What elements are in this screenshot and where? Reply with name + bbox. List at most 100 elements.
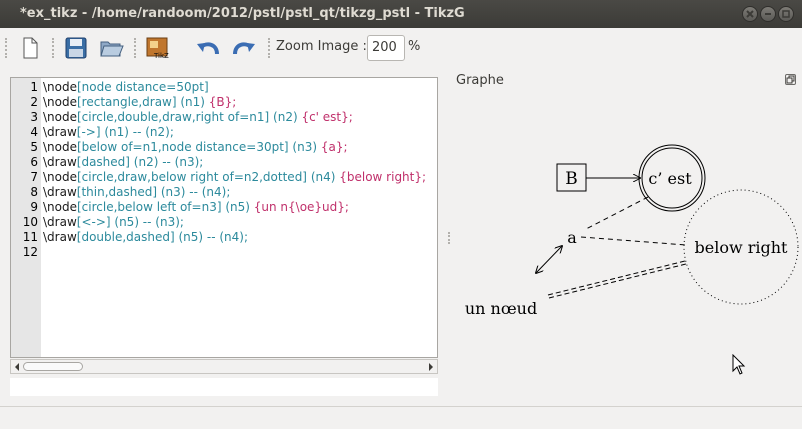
- message-area: [10, 378, 438, 396]
- code-line[interactable]: \draw[thin,dashed] (n3) -- (n4);: [43, 185, 230, 199]
- maximize-icon: [782, 10, 790, 18]
- code-node-ref: (n3): [288, 140, 321, 154]
- line-number-gutter: 1 2 3 4 5 6 7 8 9 10 11 12: [11, 78, 41, 357]
- toolbar-grip[interactable]: [52, 38, 55, 58]
- code-line[interactable]: \node[below of=n1,node distance=30pt] (n…: [43, 140, 348, 154]
- node-n3-label: a: [567, 228, 577, 247]
- scroll-left-icon[interactable]: [13, 362, 21, 372]
- code-command: \node: [43, 95, 77, 109]
- line-number: 9: [30, 200, 38, 214]
- code-options: [thin,dashed]: [76, 185, 158, 199]
- code-node-ref: (n5) -- (n4);: [174, 230, 249, 244]
- code-node-ref: (n5): [221, 200, 254, 214]
- graph-panel-title: Graphe: [456, 73, 504, 88]
- minimize-icon: [765, 13, 771, 15]
- float-panel-button[interactable]: [785, 74, 796, 85]
- code-command: \node: [43, 200, 77, 214]
- line-number: 10: [22, 215, 38, 229]
- code-options: [below of=n1,node distance=30pt]: [77, 140, 289, 154]
- zoom-unit: %: [408, 39, 421, 54]
- code-options: [circle,draw,below right of=n2,dotted]: [77, 170, 307, 184]
- close-icon: [746, 10, 754, 18]
- line-number: 3: [30, 110, 38, 124]
- code-command: \draw: [43, 125, 77, 139]
- code-options: [node distance=50pt]: [77, 80, 209, 94]
- node-n1-label: B: [565, 169, 578, 189]
- open-button[interactable]: [98, 34, 126, 62]
- line-number: 11: [22, 230, 38, 244]
- undo-icon: [197, 42, 219, 55]
- code-line[interactable]: \node[circle,below left of=n3] (n5) {un …: [43, 200, 349, 214]
- scrollbar-thumb[interactable]: [23, 362, 83, 371]
- line-number: 4: [30, 125, 38, 139]
- toolbar: TikZ Zoom Image : 200 %: [0, 28, 802, 68]
- line-number: 8: [30, 185, 38, 199]
- code-command: \draw: [43, 185, 77, 199]
- code-line[interactable]: \node[circle,double,draw,right of=n1] (n…: [43, 110, 353, 124]
- edge-n2-n3: [585, 196, 649, 230]
- status-bar: [0, 406, 802, 429]
- maximize-button[interactable]: [778, 6, 794, 22]
- code-line[interactable]: \node[circle,draw,below right of=n2,dott…: [43, 170, 426, 184]
- line-number: 7: [30, 170, 38, 184]
- toolbar-grip[interactable]: [134, 38, 137, 58]
- open-folder-icon: [100, 41, 124, 57]
- code-node-ref: (n5) -- (n3);: [110, 215, 184, 229]
- edge-n5-n4-b: [548, 263, 687, 299]
- redo-icon: [233, 42, 255, 55]
- toolbar-grip[interactable]: [268, 38, 271, 58]
- code-line[interactable]: \draw[<->] (n5) -- (n3);: [43, 215, 184, 229]
- code-command: \node: [43, 170, 77, 184]
- zoom-label: Zoom Image :: [276, 39, 367, 54]
- tikz-icon: TikZ: [146, 37, 169, 60]
- line-number: 1: [30, 80, 38, 94]
- zoom-input[interactable]: 200: [367, 35, 405, 61]
- undo-button[interactable]: [194, 34, 222, 62]
- minimize-button[interactable]: [760, 6, 776, 22]
- horizontal-scrollbar[interactable]: [10, 359, 438, 374]
- float-icon: [786, 75, 795, 84]
- line-number: 5: [30, 140, 38, 154]
- line-number: 6: [30, 155, 38, 169]
- code-line[interactable]: \draw[double,dashed] (n5) -- (n4);: [43, 230, 248, 244]
- code-node-ref: (n2) -- (n3);: [129, 155, 204, 169]
- code-editor[interactable]: 1 2 3 4 5 6 7 8 9 10 11 12 \node[node distance=50pt…: [10, 77, 438, 358]
- line-number: 12: [22, 245, 38, 259]
- code-node-ref: (n4): [307, 170, 340, 184]
- svg-text:TikZ: TikZ: [153, 52, 169, 60]
- tikz-compile-button[interactable]: TikZ: [144, 34, 172, 62]
- code-node-ref: (n3) -- (n4);: [157, 185, 231, 199]
- code-line[interactable]: \node[node distance=50pt]: [43, 80, 209, 94]
- code-command: \draw: [43, 215, 77, 229]
- code-options: [->]: [76, 125, 101, 139]
- new-file-icon: [23, 37, 38, 59]
- node-n2-label: c’ est: [648, 169, 692, 188]
- code-command: \node: [43, 110, 77, 124]
- scroll-right-icon[interactable]: [427, 362, 435, 372]
- title-bar: *ex_tikz - /home/randoom/2012/pstl/pstl_…: [0, 0, 802, 28]
- node-n5-label: un nœud: [465, 299, 537, 318]
- tikz-graph-canvas: B c’ est a below right un nœud: [465, 144, 799, 318]
- redo-button[interactable]: [230, 34, 258, 62]
- new-file-button[interactable]: [16, 34, 44, 62]
- code-line[interactable]: \node[rectangle,draw] (n1) {B};: [43, 95, 236, 109]
- code-command: \draw: [43, 230, 77, 244]
- code-node-text: {a};: [320, 140, 348, 154]
- window-title: *ex_tikz - /home/randoom/2012/pstl/pstl_…: [20, 6, 465, 21]
- toolbar-grip[interactable]: [5, 38, 8, 58]
- code-command: \node: [43, 140, 77, 154]
- code-options: [rectangle,draw]: [77, 95, 177, 109]
- code-node-text: {un n{\oe}ud};: [253, 200, 349, 214]
- code-node-ref: (n2): [269, 110, 302, 124]
- code-options: [circle,double,draw,right of=n1]: [77, 110, 270, 124]
- close-button[interactable]: [742, 6, 758, 22]
- code-options: [dashed]: [76, 155, 130, 169]
- edge-n3-n4: [580, 236, 687, 246]
- code-line[interactable]: \draw[->] (n1) -- (n2);: [43, 125, 174, 139]
- code-line[interactable]: \draw[dashed] (n2) -- (n3);: [43, 155, 203, 169]
- node-n4-label: below right: [695, 238, 789, 257]
- code-node-ref: (n1) -- (n2);: [100, 125, 174, 139]
- code-options: [circle,below left of=n3]: [77, 200, 222, 214]
- save-button[interactable]: [62, 34, 90, 62]
- edge-n5-n4-a: [547, 260, 686, 296]
